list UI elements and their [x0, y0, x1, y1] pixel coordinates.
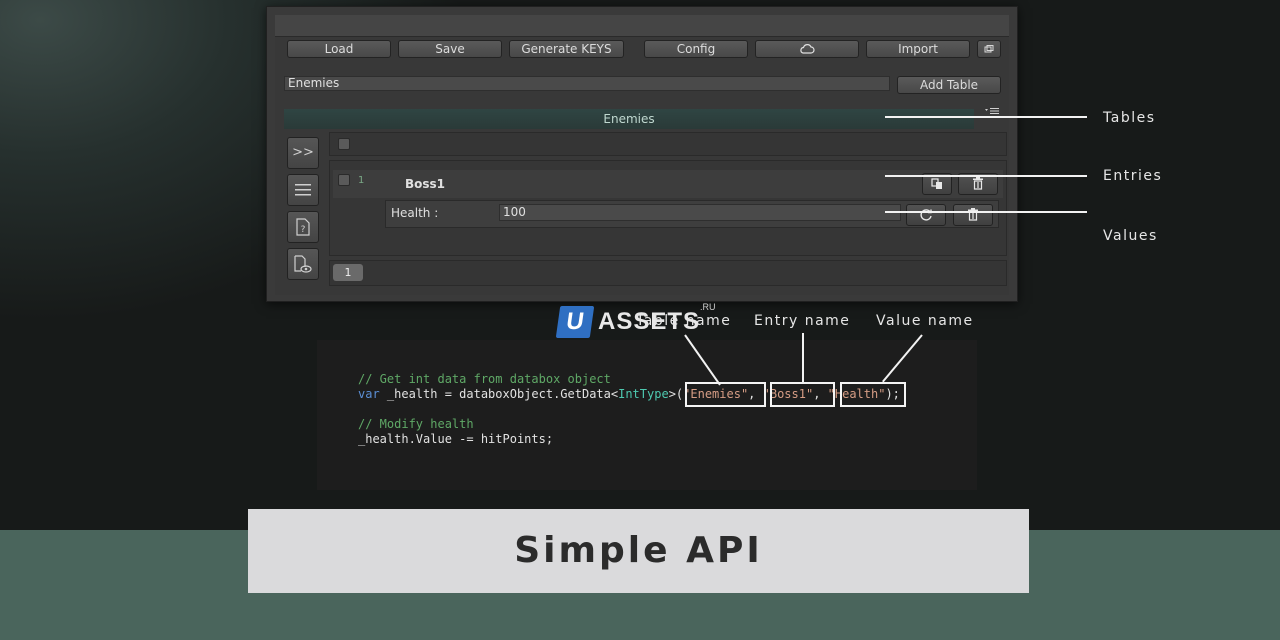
table-tab-enemies[interactable]: Enemies [284, 109, 974, 129]
entry-name-pointer [802, 333, 804, 383]
code-call: _health = databoxObject.GetData< [379, 387, 619, 401]
values-annotation: Values [1103, 228, 1158, 244]
value-name-label: Value name [876, 313, 974, 329]
tables-pointer-line [885, 116, 1087, 118]
generate-keys-button[interactable]: Generate KEYS [509, 40, 624, 58]
entry-name-highlight [770, 382, 835, 407]
tables-annotation: Tables [1103, 110, 1156, 126]
value-name-highlight [840, 382, 906, 407]
load-button[interactable]: Load [287, 40, 391, 58]
list-menu-icon [985, 108, 999, 114]
logo-suffix: .RU [700, 302, 716, 312]
value-label: Health : [391, 206, 439, 220]
duplicate-icon [931, 178, 942, 189]
add-table-button[interactable]: Add Table [897, 76, 1001, 94]
entry-index: 1 [358, 175, 365, 186]
table-name-label: Table name [636, 313, 732, 329]
help-document-icon: ? [296, 218, 310, 236]
config-button[interactable]: Config [644, 40, 748, 58]
code-comment-2: // Modify health [358, 417, 474, 431]
code-comment-1: // Get int data from databox object [358, 372, 611, 386]
preview-button[interactable] [287, 248, 319, 280]
banner-title: Simple API [514, 530, 763, 571]
cloud-button[interactable] [755, 40, 859, 58]
import-button[interactable]: Import [866, 40, 970, 58]
document-eye-icon [294, 255, 312, 273]
pagination-bar [329, 260, 1007, 286]
svg-text:?: ? [301, 225, 306, 235]
trash-icon [973, 177, 983, 190]
reset-value-button[interactable] [906, 204, 946, 226]
help-button[interactable]: ? [287, 211, 319, 243]
list-view-button[interactable] [287, 174, 319, 206]
select-all-checkbox[interactable] [338, 138, 350, 150]
entries-pointer-line [885, 175, 1087, 177]
code-paren: >( [668, 387, 684, 401]
page-button-1[interactable]: 1 [333, 264, 363, 281]
health-value-field[interactable]: 100 [499, 204, 901, 221]
entry-name: Boss1 [405, 177, 446, 191]
save-button[interactable]: Save [398, 40, 502, 58]
window-titlebar [275, 15, 1009, 37]
table-name-highlight [685, 382, 766, 407]
logo-mark: U [555, 306, 595, 338]
menu-icon[interactable] [984, 107, 1000, 115]
code-type: IntType [618, 387, 669, 401]
values-pointer-line [885, 211, 1087, 213]
window-icon [984, 45, 994, 53]
code-keyword: var [358, 387, 380, 401]
window-toggle-button[interactable] [977, 40, 1001, 58]
code-line-modify: _health.Value -= hitPoints; [358, 432, 554, 446]
expand-button[interactable]: >> [287, 137, 319, 169]
title-banner: Simple API [248, 509, 1029, 593]
cloud-icon [800, 44, 815, 54]
delete-value-button[interactable] [953, 204, 993, 226]
entries-annotation: Entries [1103, 168, 1163, 184]
code-panel [317, 340, 977, 490]
list-icon [295, 184, 311, 196]
entries-header-row [329, 132, 1007, 156]
entry-name-label: Entry name [754, 313, 851, 329]
table-name-field[interactable]: Enemies [284, 76, 890, 91]
entry-checkbox[interactable] [338, 174, 350, 186]
trash-icon [968, 208, 978, 221]
